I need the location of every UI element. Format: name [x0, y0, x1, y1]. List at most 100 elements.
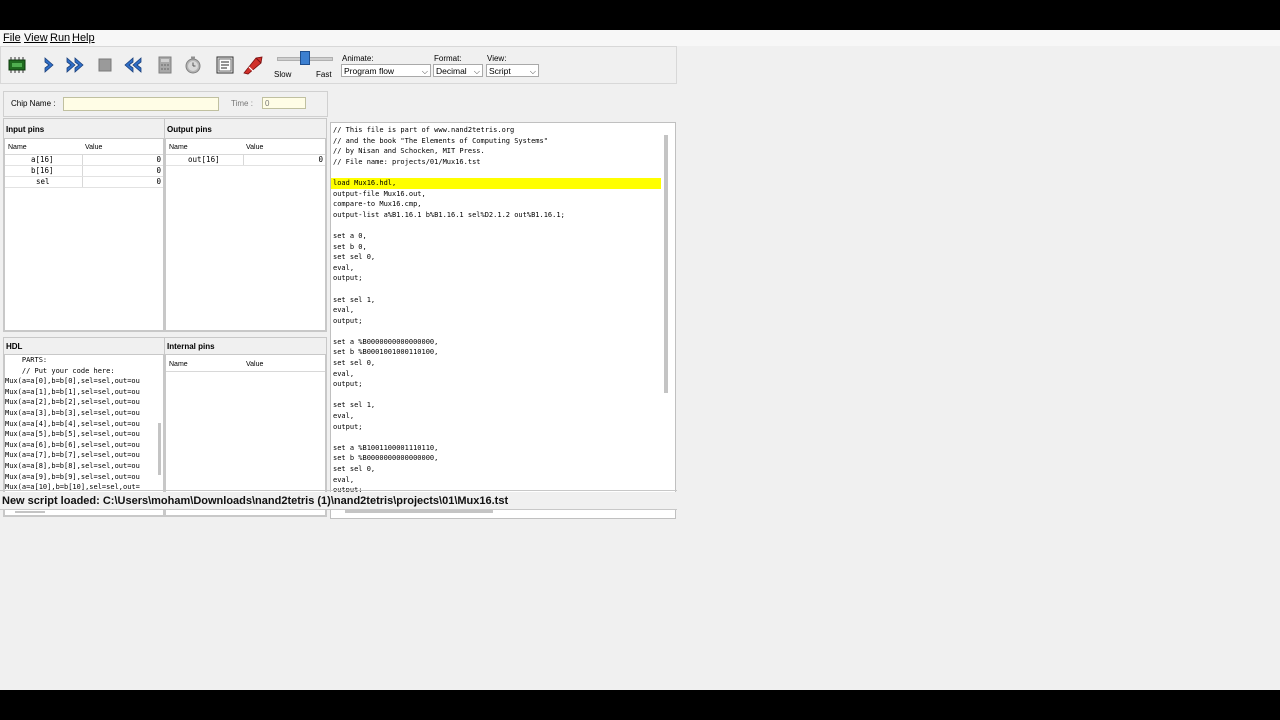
output-pins-table: Name Value out[16] 0: [165, 138, 326, 331]
column-header-value: Value: [85, 144, 103, 151]
pin-value[interactable]: 0: [156, 166, 161, 175]
table-row[interactable]: sel 0: [5, 177, 163, 188]
output-pins-title: Output pins: [167, 125, 212, 134]
script-line: [331, 326, 661, 337]
chip-load-icon: [8, 57, 26, 73]
script-editor[interactable]: // This file is part of www.nand2tetris.…: [331, 123, 661, 504]
hdl-line: Mux(a=a[5],b=b[5],sel=sel,out=ou: [5, 430, 140, 439]
script-line: set b %B0001001000110100,: [333, 348, 439, 357]
view-select-value: Script: [489, 66, 511, 76]
chip-load-button[interactable]: [6, 54, 28, 76]
script-line: [331, 220, 661, 231]
hdl-code: PARTS: // Put your code here: Mux(a=a[0],…: [5, 355, 157, 503]
menu-file[interactable]: File: [3, 32, 21, 44]
script-line: // and the book "The Elements of Computi…: [333, 136, 548, 145]
column-header-value: Value: [246, 144, 264, 151]
script-line: output;: [333, 274, 363, 283]
table-row[interactable]: b[16] 0: [5, 166, 163, 177]
menu-run[interactable]: Run: [50, 32, 70, 44]
chip-name-field[interactable]: [63, 97, 219, 111]
breakpoint-icon: [243, 56, 263, 75]
script-line: [331, 284, 661, 295]
hdl-horizontal-scrollbar[interactable]: [15, 511, 45, 513]
script-line: output;: [333, 380, 363, 389]
pin-name: a[16]: [31, 155, 54, 164]
script-line: output;: [333, 316, 363, 325]
output-pins-panel: Output pins Name Value out[16] 0: [164, 118, 327, 332]
script-vertical-scrollbar[interactable]: [664, 135, 668, 393]
run-icon: [66, 57, 84, 73]
time-label: Time :: [231, 99, 253, 108]
hdl-line: // Put your code here:: [5, 366, 115, 375]
chevron-down-icon: ⌵: [473, 67, 480, 76]
animate-select[interactable]: Program flow ⌵: [341, 64, 431, 77]
single-step-icon: [44, 57, 54, 73]
script-line: eval,: [333, 369, 355, 378]
menu-help-label: Help: [72, 32, 95, 44]
script-line: [331, 390, 661, 401]
pin-name: out[16]: [188, 155, 220, 164]
stop-icon: [98, 58, 112, 72]
pin-value: 0: [318, 155, 323, 164]
hdl-line: Mux(a=a[0],b=b[0],sel=sel,out=ou: [5, 377, 140, 386]
workspace: Slow Fast Animate: Program flow ⌵ Format…: [0, 46, 677, 519]
input-pins-panel: Input pins Name Value a[16] 0 b[16] 0 se…: [3, 118, 165, 332]
reset-icon: [124, 57, 142, 73]
hdl-line: Mux(a=a[8],b=b[8],sel=sel,out=ou: [5, 461, 140, 470]
column-header-value: Value: [246, 361, 264, 368]
chip-name-label: Chip Name :: [11, 99, 56, 108]
script-line: set b %B0000000000000000,: [333, 454, 439, 463]
script-button[interactable]: [214, 54, 236, 76]
format-label: Format:: [434, 54, 462, 63]
status-divider-bottom: [0, 509, 677, 510]
speed-slider-thumb[interactable]: [300, 51, 310, 65]
animate-label: Animate:: [342, 54, 374, 63]
clock-icon: [185, 56, 201, 74]
script-line: set sel 1,: [333, 401, 376, 410]
script-line: eval,: [333, 263, 355, 272]
chip-name-bar: Chip Name : Time : 0: [3, 91, 328, 117]
menu-run-label: Run: [50, 32, 71, 44]
column-header-name: Name: [169, 144, 188, 151]
table-row[interactable]: out[16] 0: [166, 155, 325, 166]
script-line: compare-to Mux16.cmp,: [333, 200, 422, 209]
table-row[interactable]: a[16] 0: [5, 155, 163, 166]
status-divider: [0, 490, 677, 491]
script-line: set b 0,: [333, 242, 367, 251]
eval-icon: [158, 56, 172, 74]
hdl-line: Mux(a=a[2],b=b[2],sel=sel,out=ou: [5, 398, 140, 407]
pin-name: b[16]: [31, 166, 54, 175]
chevron-down-icon: ⌵: [529, 67, 536, 76]
pin-value[interactable]: 0: [156, 177, 161, 186]
clock-button[interactable]: [182, 54, 204, 76]
script-line: // File name: projects/01/Mux16.tst: [333, 157, 481, 166]
fast-label: Fast: [316, 70, 332, 79]
pin-value[interactable]: 0: [156, 155, 161, 164]
format-select[interactable]: Decimal ⌵: [433, 64, 483, 77]
view-label: View:: [487, 54, 507, 63]
menu-view[interactable]: View: [24, 32, 48, 44]
eval-button[interactable]: [154, 54, 176, 76]
single-step-button[interactable]: [38, 54, 60, 76]
hdl-vertical-scrollbar[interactable]: [158, 423, 161, 475]
view-select[interactable]: Script ⌵: [486, 64, 539, 77]
script-icon: [216, 56, 234, 74]
menu-help[interactable]: Help: [72, 32, 95, 44]
script-line: [331, 167, 661, 178]
hdl-line: Mux(a=a[1],b=b[1],sel=sel,out=ou: [5, 387, 140, 396]
run-button[interactable]: [65, 54, 87, 76]
stop-button[interactable]: [94, 54, 116, 76]
script-line: eval,: [333, 412, 355, 421]
breakpoint-button[interactable]: [242, 54, 264, 76]
status-bar: New script loaded: C:\Users\moham\Downlo…: [0, 492, 677, 510]
status-message: New script loaded: C:\Users\moham\Downlo…: [2, 495, 509, 507]
hdl-line: PARTS:: [5, 356, 48, 364]
script-line: output-list a%B1.16.1 b%B1.16.1 sel%D2.1…: [333, 210, 565, 219]
script-line: output;: [333, 422, 363, 431]
script-line: eval,: [333, 475, 355, 484]
script-line: // by Nisan and Schocken, MIT Press.: [333, 147, 485, 156]
hdl-line: Mux(a=a[3],b=b[3],sel=sel,out=ou: [5, 408, 140, 417]
reset-button[interactable]: [121, 54, 143, 76]
script-line: // This file is part of www.nand2tetris.…: [333, 126, 515, 134]
speed-slider[interactable]: [273, 51, 335, 69]
